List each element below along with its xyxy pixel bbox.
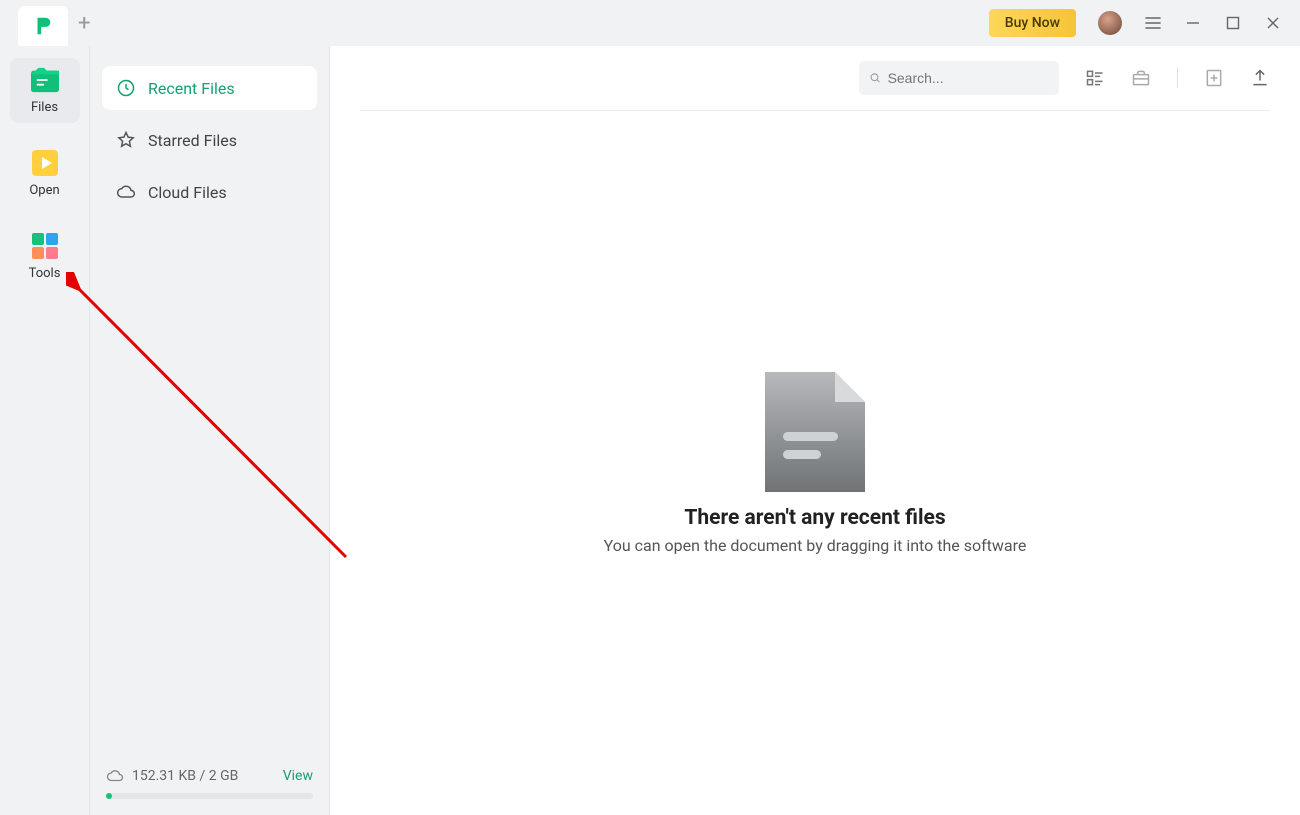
empty-document-icon [765, 372, 865, 492]
storage-bar [106, 793, 313, 799]
storage-view-link[interactable]: View [283, 768, 313, 784]
midnav-item-cloud[interactable]: Cloud Files [102, 170, 317, 214]
sidebar-item-tools[interactable]: Tools [10, 224, 80, 289]
empty-title: There aren't any recent files [684, 506, 945, 530]
upload-icon[interactable] [1250, 68, 1270, 88]
midnav-item-starred[interactable]: Starred Files [102, 118, 317, 162]
sidebar-item-files[interactable]: Files [10, 58, 80, 123]
storage-text: 152.31 KB / 2 GB [132, 768, 238, 784]
close-icon[interactable] [1264, 14, 1282, 32]
sidebar-item-open[interactable]: Open [10, 141, 80, 206]
titlebar-right: Buy Now [989, 9, 1300, 37]
maximize-icon[interactable] [1224, 14, 1242, 32]
midnav-item-recent[interactable]: Recent Files [102, 66, 317, 110]
cloud-small-icon [106, 767, 124, 785]
search-box[interactable] [859, 61, 1059, 95]
search-icon [869, 71, 882, 85]
files-icon [31, 66, 59, 94]
view-toggle-icon[interactable] [1085, 68, 1105, 88]
minimize-icon[interactable] [1184, 14, 1202, 32]
tools-icon [31, 232, 59, 260]
empty-state: There aren't any recent files You can op… [330, 111, 1300, 815]
cloud-icon [116, 182, 136, 202]
new-file-icon[interactable] [1204, 68, 1224, 88]
sidebar-label-files: Files [31, 100, 58, 115]
star-icon [116, 130, 136, 150]
new-tab-button[interactable]: + [78, 11, 90, 36]
titlebar: + Buy Now [0, 0, 1300, 46]
empty-subtitle: You can open the document by dragging it… [604, 536, 1027, 555]
midnav-label-starred: Starred Files [148, 131, 237, 150]
tabs-area: + [0, 0, 90, 46]
toolbox-icon[interactable] [1131, 68, 1151, 88]
midnav-label-cloud: Cloud Files [148, 183, 227, 202]
avatar[interactable] [1098, 11, 1122, 35]
main-panel: There aren't any recent files You can op… [330, 46, 1300, 815]
sidebar-mid: Recent Files Starred Files Cloud Files 1… [90, 46, 330, 815]
app-body: Files Open Tools Recent Files [0, 46, 1300, 815]
app-logo-icon [32, 15, 54, 37]
main-toolbar [330, 46, 1300, 110]
open-icon [31, 149, 59, 177]
storage-section: 152.31 KB / 2 GB View [102, 759, 317, 805]
clock-icon [116, 78, 136, 98]
sidebar-label-open: Open [29, 183, 59, 198]
buy-now-button[interactable]: Buy Now [989, 9, 1076, 37]
hamburger-menu-icon[interactable] [1144, 14, 1162, 32]
sidebar-label-tools: Tools [29, 266, 61, 281]
toolbar-divider [1177, 68, 1178, 88]
search-input[interactable] [888, 70, 1049, 86]
home-tab[interactable] [18, 6, 68, 46]
sidebar-left: Files Open Tools [0, 46, 90, 815]
midnav-label-recent: Recent Files [148, 79, 235, 98]
